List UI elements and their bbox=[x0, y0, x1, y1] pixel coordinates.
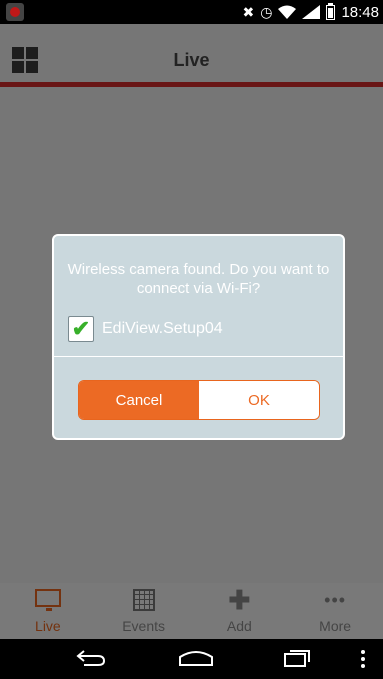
wifi-connect-dialog: Wireless camera found. Do you want to co… bbox=[52, 234, 345, 440]
status-bar: ✖ ◷ 18:48 bbox=[0, 0, 383, 24]
wifi-icon bbox=[278, 5, 297, 19]
back-icon[interactable] bbox=[76, 649, 106, 667]
cancel-button[interactable]: Cancel bbox=[79, 381, 199, 419]
dialog-divider bbox=[54, 356, 343, 357]
recent-apps-icon[interactable] bbox=[283, 649, 311, 667]
status-time: 18:48 bbox=[341, 3, 379, 21]
home-icon[interactable] bbox=[176, 649, 216, 667]
system-nav-bar bbox=[0, 639, 383, 679]
checkmark-icon: ✔ bbox=[71, 316, 91, 341]
app-notification-icon bbox=[6, 3, 24, 21]
alarm-icon: ◷ bbox=[260, 3, 273, 20]
signal-icon bbox=[302, 5, 321, 19]
network-name-label: EdiView.Setup04 bbox=[102, 320, 223, 337]
dialog-buttons: Cancel OK bbox=[78, 380, 320, 420]
mute-icon: ✖ bbox=[242, 3, 255, 20]
network-checkbox[interactable]: ✔ bbox=[68, 316, 94, 342]
status-icons: ✖ ◷ 18:48 bbox=[242, 2, 379, 22]
battery-icon bbox=[326, 2, 336, 20]
menu-icon[interactable] bbox=[360, 649, 366, 669]
dialog-message: Wireless camera found. Do you want to co… bbox=[67, 261, 330, 297]
ok-button[interactable]: OK bbox=[199, 381, 319, 419]
